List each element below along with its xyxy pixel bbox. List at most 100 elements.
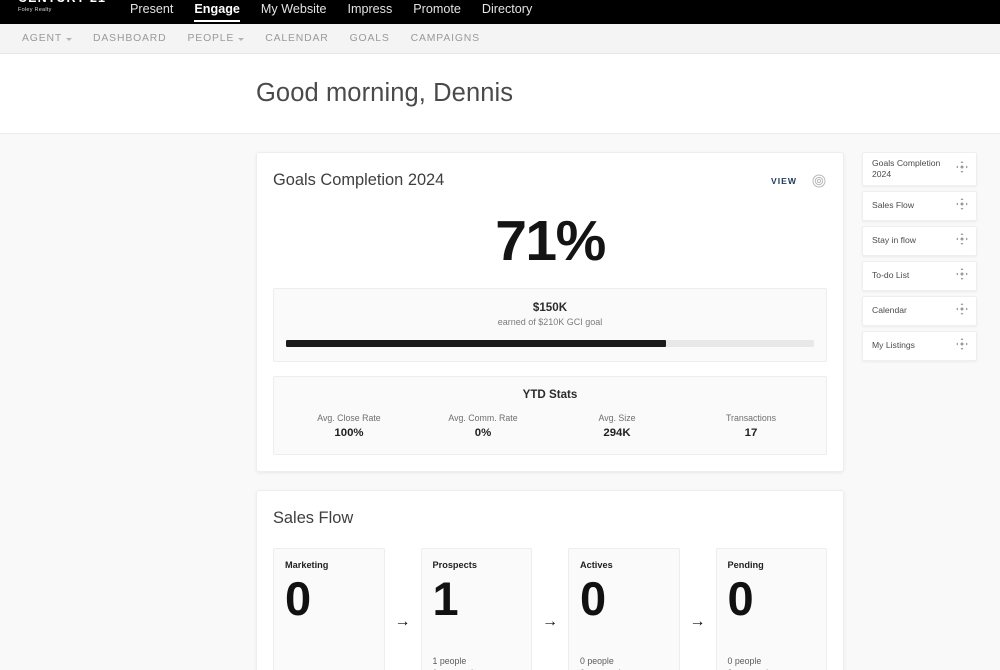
flow-arrow-icon: → xyxy=(385,548,421,670)
ytd-stats-title: YTD Stats xyxy=(282,388,818,401)
goals-card-title: Goals Completion 2024 xyxy=(273,171,444,190)
widget-item-to-do-list[interactable]: To-do List xyxy=(862,261,977,291)
goals-card-header: Goals Completion 2024 VIEW xyxy=(273,171,827,190)
move-handle-icon[interactable] xyxy=(955,197,969,216)
page-title: Good morning, Dennis xyxy=(256,79,513,108)
widget-item-calendar[interactable]: Calendar xyxy=(862,296,977,326)
widget-item-stay-in-flow[interactable]: Stay in flow xyxy=(862,226,977,256)
sales-flow-card: Sales Flow Marketing0→Prospects11 people… xyxy=(256,490,844,670)
brand-name: CENTURY 21 xyxy=(18,0,106,5)
flow-stage-actives[interactable]: Actives00 people0 transactions xyxy=(568,548,680,670)
flow-stage-marketing[interactable]: Marketing 0 xyxy=(273,548,385,670)
sales-flow-title: Sales Flow xyxy=(273,509,353,528)
widget-item-goals-completion-2024[interactable]: Goals Completion 2024 xyxy=(862,152,977,186)
gci-progress-fill xyxy=(286,340,666,347)
flow-stage-people: 0 people xyxy=(580,655,668,668)
subnav-item-label: PEOPLE xyxy=(188,33,235,44)
flow-stage-people: 0 people xyxy=(728,655,816,668)
flow-stage-count: 0 xyxy=(728,575,816,623)
move-handle-icon[interactable] xyxy=(955,337,969,356)
ytd-stat-label: Avg. Close Rate xyxy=(282,413,416,423)
subnav-item-label: DASHBOARD xyxy=(93,33,166,44)
ytd-stats-row: Avg. Close Rate 100%Avg. Comm. Rate 0%Avg.… xyxy=(282,413,818,439)
ytd-stat-cell: Avg. Close Rate 100% xyxy=(282,413,416,439)
greeting-band: Good morning, Dennis xyxy=(0,54,1000,134)
widget-item-label: My Listings xyxy=(872,340,915,351)
subnav-item-label: CAMPAIGNS xyxy=(411,33,480,44)
widget-item-label: To-do List xyxy=(872,270,909,281)
goals-card-actions: VIEW xyxy=(771,173,827,189)
primary-navbar: CENTURY 21 Foley Realty Present Engage My … xyxy=(0,0,1000,24)
flow-stage-meta: 0 people0 transactions xyxy=(728,655,816,670)
move-handle-icon[interactable] xyxy=(955,302,969,321)
flow-stage-people: 1 people xyxy=(433,655,521,668)
ytd-stat-label: Avg. Size xyxy=(550,413,684,423)
flow-arrow-icon: → xyxy=(532,548,568,670)
subnav-item-people[interactable]: PEOPLE xyxy=(188,33,245,44)
gear-icon[interactable] xyxy=(811,173,827,189)
primary-nav-links: Present Engage My Website Impress Promote Dir… xyxy=(130,0,532,24)
flow-stage-count: 1 xyxy=(433,575,521,623)
nav-link-my-website[interactable]: My Website xyxy=(261,2,327,24)
page-body: Goals Completion 2024 VIEW 71% $150K ear… xyxy=(0,134,1000,668)
chevron-down-icon xyxy=(238,38,244,41)
flow-stage-prospects[interactable]: Prospects 1 1 people1 transactions xyxy=(421,548,533,670)
subnav-item-campaigns[interactable]: CAMPAIGNS xyxy=(411,33,480,44)
main-column: Goals Completion 2024 VIEW 71% $150K ear… xyxy=(256,152,844,668)
flow-arrow-icon: → xyxy=(680,548,716,670)
nav-link-engage[interactable]: Engage xyxy=(194,2,240,24)
ytd-stats-panel: YTD Stats Avg. Close Rate 100%Avg. Comm. … xyxy=(273,376,827,455)
sales-flow-stages: Marketing0→Prospects11 people1 transacti… xyxy=(273,548,827,670)
widget-item-label: Calendar xyxy=(872,305,907,316)
widget-item-label: Sales Flow xyxy=(872,200,914,211)
nav-link-present[interactable]: Present xyxy=(130,2,173,24)
subnav-item-goals[interactable]: GOALS xyxy=(350,33,390,44)
ytd-stat-label: Transactions xyxy=(684,413,818,423)
subnav-item-label: GOALS xyxy=(350,33,390,44)
ytd-stat-cell: Avg. Size 294K xyxy=(550,413,684,439)
move-handle-icon[interactable] xyxy=(955,160,969,179)
ytd-stat-value: 100% xyxy=(282,427,416,439)
move-handle-icon[interactable] xyxy=(955,232,969,251)
flow-stage-label: Marketing xyxy=(285,560,373,570)
widget-item-label: Stay in flow xyxy=(872,235,916,246)
ytd-stat-cell: Transactions 17 xyxy=(684,413,818,439)
ytd-stat-cell: Avg. Comm. Rate 0% xyxy=(416,413,550,439)
subnav-item-calendar[interactable]: CALENDAR xyxy=(265,33,328,44)
gci-progress-bar xyxy=(286,340,814,347)
flow-stage-meta: 1 people1 transactions xyxy=(433,655,521,670)
goals-completion-card: Goals Completion 2024 VIEW 71% $150K ear… xyxy=(256,152,844,472)
subnav-item-label: CALENDAR xyxy=(265,33,328,44)
gci-goal-subtitle: earned of $210K GCI goal xyxy=(282,317,818,327)
flow-stage-meta: 0 people0 transactions xyxy=(580,655,668,670)
widget-item-label: Goals Completion 2024 xyxy=(872,158,951,181)
nav-link-promote[interactable]: Promote xyxy=(413,2,461,24)
flow-stage-label: Actives xyxy=(580,560,668,570)
nav-link-directory[interactable]: Directory xyxy=(482,2,532,24)
gci-goal-panel: $150K earned of $210K GCI goal xyxy=(273,288,827,362)
widget-sidebar: Goals Completion 2024 Sales Flow Stay in f… xyxy=(862,152,977,668)
sales-flow-header: Sales Flow xyxy=(273,509,827,528)
widget-item-my-listings[interactable]: My Listings xyxy=(862,331,977,361)
view-link[interactable]: VIEW xyxy=(771,176,797,186)
flow-stage-count: 0 xyxy=(285,575,373,623)
subnav-item-agent[interactable]: AGENT xyxy=(22,33,72,44)
ytd-stat-value: 17 xyxy=(684,427,818,439)
ytd-stat-label: Avg. Comm. Rate xyxy=(416,413,550,423)
flow-stage-pending[interactable]: Pending 0 0 people0 transactions xyxy=(716,548,828,670)
goal-percent-value: 71% xyxy=(273,213,827,270)
ytd-stat-value: 0% xyxy=(416,427,550,439)
nav-link-impress[interactable]: Impress xyxy=(347,2,392,24)
widget-item-sales-flow[interactable]: Sales Flow xyxy=(862,191,977,221)
ytd-stat-value: 294K xyxy=(550,427,684,439)
gci-earned-amount: $150K xyxy=(282,301,818,314)
brand-logo[interactable]: CENTURY 21 Foley Realty xyxy=(18,0,106,24)
flow-stage-label: Prospects xyxy=(433,560,521,570)
chevron-down-icon xyxy=(66,38,72,41)
subnav-item-label: AGENT xyxy=(22,33,62,44)
secondary-navbar: AGENT DASHBOARD PEOPLE CALENDAR GOALS CAMPAIG… xyxy=(0,24,1000,54)
move-handle-icon[interactable] xyxy=(955,267,969,286)
brand-subtitle: Foley Realty xyxy=(18,6,52,14)
subnav-item-dashboard[interactable]: DASHBOARD xyxy=(93,33,166,44)
flow-stage-label: Pending xyxy=(728,560,816,570)
